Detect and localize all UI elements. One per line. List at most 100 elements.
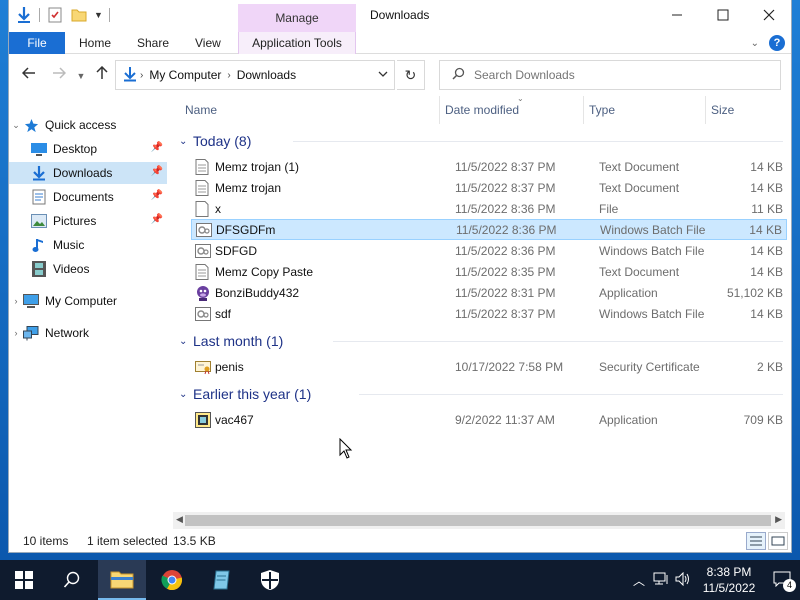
minimize-button[interactable] (654, 0, 700, 30)
notification-center-icon[interactable]: 4 (764, 571, 800, 592)
file-row[interactable]: DFSGDFm 11/5/2022 8:36 PM Windows Batch … (191, 219, 787, 240)
breadcrumb-downloads[interactable]: Downloads (237, 68, 296, 82)
file-row[interactable]: BonziBuddy432 11/5/2022 8:31 PM Applicat… (191, 282, 787, 303)
column-header-size[interactable]: Size (711, 100, 734, 120)
file-row[interactable]: SDFGD 11/5/2022 8:36 PM Windows Batch Fi… (191, 240, 787, 261)
properties-icon[interactable] (46, 6, 64, 24)
search-input[interactable] (474, 68, 754, 82)
close-button[interactable] (746, 0, 792, 30)
new-folder-icon[interactable] (70, 6, 88, 24)
minimize-icon (672, 14, 682, 16)
nav-item-music[interactable]: Music (9, 234, 167, 256)
address-bar[interactable]: › My Computer › Downloads (115, 60, 395, 90)
file-name: BonziBuddy432 (215, 285, 300, 300)
text-file-icon (195, 263, 211, 280)
pin-icon[interactable]: 📌 (151, 214, 163, 225)
nav-item-documents[interactable]: Documents 📌 (9, 186, 167, 208)
show-hidden-icons-icon[interactable]: ︿ (628, 572, 650, 589)
file-type: Windows Batch File (599, 243, 705, 258)
chevron-down-icon[interactable]: ⌄ (179, 336, 193, 347)
recent-locations-dropdown[interactable]: ▼ (71, 66, 91, 86)
column-divider[interactable] (439, 96, 440, 124)
scroll-right-icon[interactable]: ▶ (775, 514, 782, 525)
column-header-name[interactable]: Name (185, 100, 217, 120)
chevron-right-icon[interactable]: › (9, 296, 23, 306)
nav-my-computer[interactable]: › My Computer (9, 290, 167, 312)
group-header-last-month[interactable]: ⌄ Last month (1) (179, 330, 283, 352)
nav-item-downloads[interactable]: Downloads 📌 (9, 162, 167, 184)
details-view-button[interactable] (746, 532, 766, 550)
tab-share[interactable]: Share (127, 32, 179, 54)
horizontal-scrollbar[interactable]: ◀ ▶ (173, 512, 785, 529)
file-name: SDFGD (215, 243, 257, 258)
nav-quick-access[interactable]: ⌄ Quick access (9, 114, 167, 136)
file-row[interactable]: penis 10/17/2022 7:58 PM Security Certif… (191, 356, 787, 377)
file-date: 11/5/2022 8:36 PM (455, 201, 556, 216)
customize-qat-icon[interactable]: ▼ (94, 10, 103, 20)
breadcrumb-separator-icon[interactable]: › (140, 70, 143, 81)
tab-application-tools[interactable]: Application Tools (238, 32, 356, 54)
volume-icon[interactable] (672, 571, 694, 589)
up-button[interactable] (92, 65, 112, 86)
file-row[interactable]: x 11/5/2022 8:36 PM File 11 KB (191, 198, 787, 219)
text-file-icon (195, 179, 211, 196)
taskbar-notepad[interactable] (198, 560, 246, 600)
refresh-button[interactable]: ↻ (397, 60, 425, 90)
pin-icon[interactable]: 📌 (151, 166, 163, 177)
file-row[interactable]: Memz Copy Paste 11/5/2022 8:35 PM Text D… (191, 261, 787, 282)
forward-button[interactable] (49, 66, 69, 86)
nav-item-pictures[interactable]: Pictures 📌 (9, 210, 167, 232)
nav-item-desktop[interactable]: Desktop 📌 (9, 138, 167, 160)
ribbon-controls: ⌄ ? (751, 35, 785, 51)
taskbar-file-explorer[interactable] (98, 560, 146, 600)
file-size: 14 KB (749, 222, 782, 237)
tab-view[interactable]: View (185, 32, 231, 54)
file-row[interactable]: Memz trojan (1) 11/5/2022 8:37 PM Text D… (191, 156, 787, 177)
search-box[interactable] (439, 60, 781, 90)
file-row[interactable]: vac467 9/2/2022 11:37 AM Application 709… (191, 409, 787, 430)
help-icon[interactable]: ? (769, 35, 785, 51)
star-icon (23, 117, 39, 133)
download-arrow-icon[interactable] (15, 6, 33, 24)
scroll-left-icon[interactable]: ◀ (176, 514, 183, 525)
breadcrumb-my-computer[interactable]: My Computer (149, 68, 221, 82)
group-header-today[interactable]: ⌄ Today (8) (179, 130, 251, 152)
column-header-type[interactable]: Type (589, 100, 615, 120)
file-size: 14 KB (750, 243, 783, 258)
tab-home[interactable]: Home (69, 32, 121, 54)
back-button[interactable] (19, 66, 39, 86)
breadcrumb-separator-icon[interactable]: › (227, 70, 230, 81)
pin-icon[interactable]: 📌 (151, 190, 163, 201)
large-icons-view-button[interactable] (768, 532, 788, 550)
column-divider[interactable] (583, 96, 584, 124)
pin-icon[interactable]: 📌 (151, 142, 163, 153)
search-button[interactable] (48, 560, 96, 600)
expand-ribbon-icon[interactable]: ⌄ (751, 38, 759, 49)
nav-label: Desktop (53, 142, 98, 156)
group-header-earlier-this-year[interactable]: ⌄ Earlier this year (1) (179, 383, 311, 405)
nav-item-videos[interactable]: Videos (9, 258, 167, 280)
column-header-date[interactable]: Date modified (445, 100, 519, 120)
clock[interactable]: 8:38 PM 11/5/2022 (694, 564, 764, 596)
file-date: 11/5/2022 8:31 PM (455, 285, 556, 300)
file-size: 14 KB (750, 159, 783, 174)
network-status-icon[interactable] (650, 572, 672, 589)
chevron-right-icon[interactable]: › (9, 328, 23, 338)
tab-file[interactable]: File (9, 32, 65, 54)
file-row[interactable]: Memz trojan 11/5/2022 8:37 PM Text Docum… (191, 177, 787, 198)
group-divider (359, 394, 783, 395)
taskbar-security[interactable] (246, 560, 294, 600)
taskbar-chrome[interactable] (148, 560, 196, 600)
chevron-down-icon[interactable]: ⌄ (179, 136, 193, 147)
maximize-button[interactable] (700, 0, 746, 30)
scrollbar-thumb[interactable] (185, 515, 771, 526)
nav-network[interactable]: › Network (9, 322, 167, 344)
chevron-down-icon[interactable]: ⌄ (179, 389, 193, 400)
chevron-down-icon[interactable] (378, 69, 388, 81)
file-date: 11/5/2022 8:37 PM (455, 159, 556, 174)
chevron-down-icon[interactable]: ⌄ (9, 120, 23, 131)
column-divider[interactable] (705, 96, 706, 124)
manage-tab[interactable]: Manage (238, 4, 356, 32)
file-row[interactable]: sdf 11/5/2022 8:37 PM Windows Batch File… (191, 303, 787, 324)
start-button[interactable] (0, 560, 48, 600)
